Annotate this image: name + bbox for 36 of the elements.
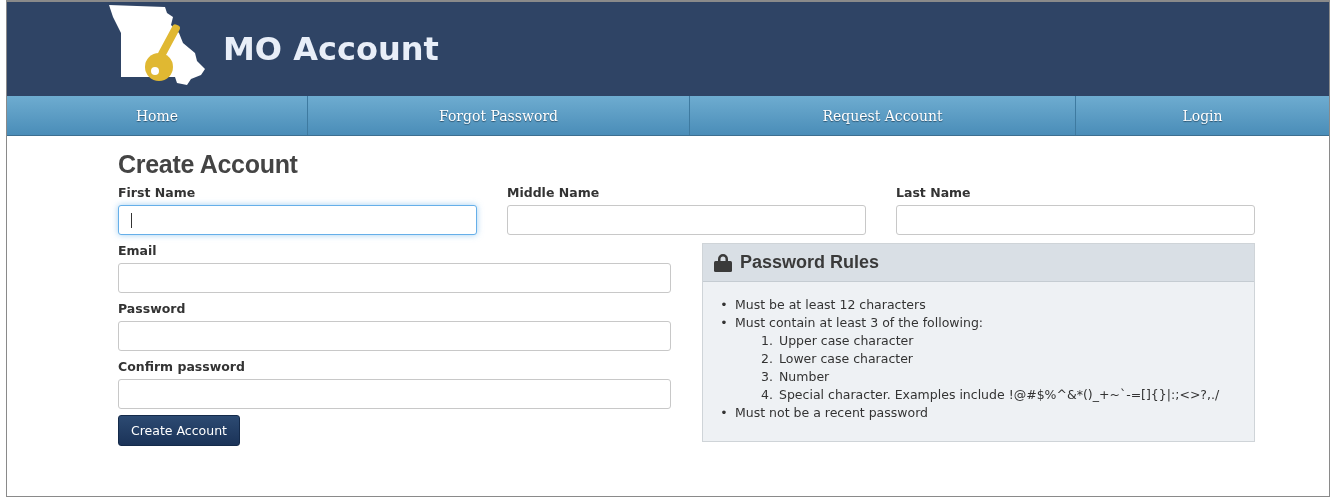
nav-link[interactable]: Login xyxy=(1076,96,1329,135)
list-number: 1. xyxy=(760,332,773,350)
nav-link[interactable]: Home xyxy=(7,96,308,135)
text-input[interactable] xyxy=(118,379,671,409)
field-label: Confirm password xyxy=(118,359,246,374)
field-label: First Name xyxy=(118,185,197,200)
bullet: • xyxy=(719,314,729,332)
panel-title: Password Rules xyxy=(740,252,880,273)
field-label: Middle Name xyxy=(507,185,601,200)
text-input[interactable] xyxy=(507,205,866,235)
rule-text: Must contain at least 3 of the following: xyxy=(735,314,984,332)
rule-text: Number xyxy=(779,368,830,386)
page-heading: Create Account xyxy=(118,150,299,179)
site-title: MO Account xyxy=(223,30,439,68)
create-account-button[interactable]: Create Account xyxy=(118,415,240,446)
text-input[interactable] xyxy=(118,205,477,235)
text-input[interactable] xyxy=(896,205,1255,235)
rule-text: Must be at least 12 characters xyxy=(735,296,926,314)
list-number: 2. xyxy=(760,350,773,368)
field-label: Email xyxy=(118,243,158,258)
text-input[interactable] xyxy=(118,263,671,293)
lock-icon xyxy=(713,253,733,272)
rule-text: Special character. Examples include !@#$%^&*()_+~`-=[]{}|:;<>?,./ xyxy=(779,386,1220,404)
rule-text: Lower case character xyxy=(779,350,913,368)
rule-text: Upper case character xyxy=(779,332,914,350)
field-label: Last Name xyxy=(896,185,972,200)
text-input[interactable] xyxy=(118,321,671,351)
state-key-logo-icon xyxy=(107,3,207,85)
nav-link[interactable]: Request Account xyxy=(690,96,1076,135)
bullet: • xyxy=(719,296,729,314)
list-number: 3. xyxy=(760,368,773,386)
bullet: • xyxy=(719,404,729,422)
rule-text: Must not be a recent password xyxy=(735,404,929,422)
field-label: Password xyxy=(118,301,187,316)
list-number: 4. xyxy=(760,386,773,404)
nav-link[interactable]: Forgot Password xyxy=(308,96,690,135)
